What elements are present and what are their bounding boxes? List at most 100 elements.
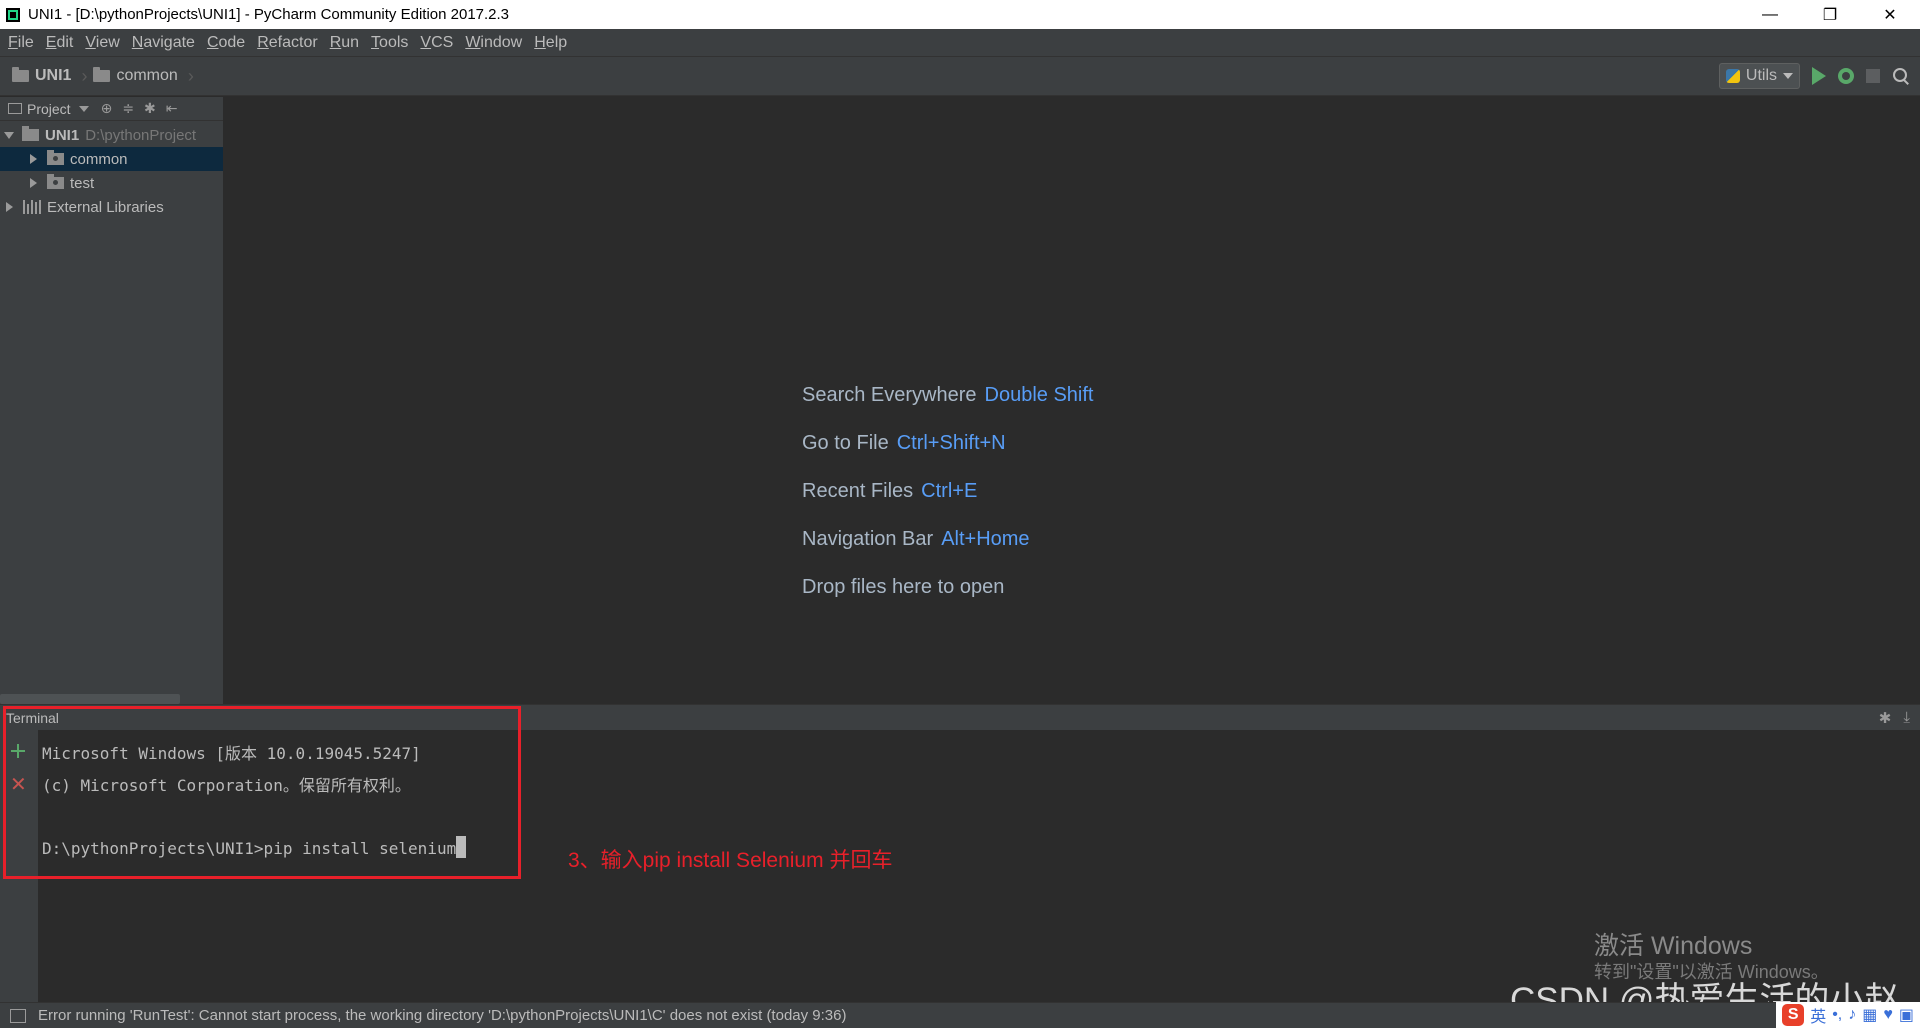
- hint-navigation-bar: Navigation Bar Alt+Home: [802, 528, 1030, 551]
- hint-recent-files: Recent Files Ctrl+E: [802, 480, 977, 503]
- hint-label: Go to File: [802, 432, 889, 454]
- menu-mnemonic: V: [420, 33, 432, 51]
- menu-mnemonic: V: [85, 33, 96, 51]
- menu-label: ools: [379, 33, 409, 51]
- run-icon[interactable]: [1812, 67, 1826, 85]
- tree-root-path: D:\pythonProject: [85, 126, 197, 144]
- menu-help[interactable]: Help: [528, 34, 573, 52]
- highlight-box: [3, 706, 521, 879]
- tree-item-test[interactable]: test: [0, 171, 223, 195]
- microphone-icon[interactable]: ♪: [1848, 1006, 1856, 1024]
- skin-icon[interactable]: ♥: [1883, 1006, 1893, 1024]
- collapsed-arrow-icon[interactable]: [30, 154, 37, 164]
- horizontal-scrollbar[interactable]: [0, 694, 180, 704]
- tree-item-external-libraries[interactable]: External Libraries: [0, 195, 223, 219]
- hint-search-everywhere: Search Everywhere Double Shift: [802, 384, 1094, 407]
- collapsed-arrow-icon[interactable]: [30, 178, 37, 188]
- tree-item-label: External Libraries: [47, 198, 164, 216]
- breadcrumb-project[interactable]: UNI1: [0, 67, 71, 85]
- restore-button[interactable]: ❐: [1800, 0, 1860, 29]
- menu-file[interactable]: File: [2, 34, 40, 52]
- menu-label: avigate: [143, 33, 195, 51]
- menu-window[interactable]: Window: [459, 34, 528, 52]
- chevron-down-icon: [1783, 73, 1793, 79]
- sogou-logo-icon[interactable]: S: [1782, 1004, 1805, 1026]
- project-view-selector[interactable]: Project: [27, 101, 71, 117]
- collapsed-arrow-icon[interactable]: [6, 202, 13, 212]
- hint-label: Drop files here to open: [802, 576, 1005, 598]
- minimize-button[interactable]: —: [1740, 0, 1800, 29]
- folder-icon: [93, 67, 111, 82]
- punctuation-icon[interactable]: •,: [1832, 1006, 1842, 1024]
- breadcrumb-project-label: UNI1: [35, 67, 72, 84]
- menu-mnemonic: F: [8, 33, 18, 51]
- locate-icon[interactable]: ⊕: [101, 100, 113, 117]
- expanded-arrow-icon[interactable]: [4, 131, 14, 139]
- tree-item-label: test: [70, 174, 95, 192]
- status-bar: Error running 'RunTest': Cannot start pr…: [0, 1002, 1920, 1028]
- menu-edit[interactable]: Edit: [40, 34, 80, 52]
- menu-navigate[interactable]: Navigate: [126, 34, 201, 52]
- toolbox-icon[interactable]: ▣: [1899, 1005, 1914, 1025]
- hide-panel-icon[interactable]: ⤓: [1903, 709, 1910, 727]
- tree-item-common[interactable]: common: [0, 147, 223, 171]
- close-button[interactable]: ✕: [1860, 0, 1920, 29]
- menu-label: indow: [480, 33, 523, 51]
- menu-mnemonic: H: [534, 33, 546, 51]
- hint-shortcut: Ctrl+Shift+N: [896, 432, 1006, 454]
- menu-bar: File Edit View Navigate Code Refactor Ru…: [0, 29, 1920, 56]
- menu-mnemonic: T: [371, 33, 380, 51]
- menu-label: ile: [17, 33, 34, 51]
- menu-label: efactor: [268, 33, 318, 51]
- menu-label: elp: [545, 33, 568, 51]
- project-panel-header: Project ⊕ ≑ ✱ ⇤: [0, 97, 223, 121]
- hint-shortcut: Double Shift: [984, 384, 1094, 406]
- chevron-down-icon[interactable]: [78, 105, 89, 112]
- run-configuration-label: Utils: [1745, 67, 1777, 84]
- breadcrumb-folder-label: common: [116, 67, 178, 84]
- menu-mnemonic: N: [131, 33, 144, 51]
- project-tool-window: Project ⊕ ≑ ✱ ⇤ UNI1 D:\pythonProject co…: [0, 97, 224, 704]
- package-folder-icon: [47, 174, 64, 189]
- menu-label: dit: [56, 33, 74, 51]
- debug-icon[interactable]: [1838, 68, 1854, 84]
- menu-refactor[interactable]: Refactor: [251, 34, 323, 52]
- menu-mnemonic: R: [329, 33, 342, 51]
- gear-icon[interactable]: ✱: [144, 100, 156, 117]
- search-icon[interactable]: [1892, 67, 1910, 85]
- menu-run[interactable]: Run: [324, 34, 365, 52]
- tree-item-root[interactable]: UNI1 D:\pythonProject: [0, 123, 223, 147]
- ime-language-toggle[interactable]: 英: [1810, 1003, 1826, 1027]
- breadcrumb-separator-icon: ›: [187, 65, 194, 86]
- project-view-icon: [8, 103, 22, 114]
- menu-code[interactable]: Code: [201, 34, 251, 52]
- menu-mnemonic: R: [257, 33, 269, 51]
- library-icon: [23, 200, 41, 214]
- menu-label: CS: [431, 33, 454, 51]
- tree-root-label: UNI1: [45, 126, 80, 144]
- folder-icon: [12, 67, 29, 82]
- gear-icon[interactable]: ✱: [1879, 709, 1892, 727]
- hint-shortcut: Ctrl+E: [921, 480, 978, 502]
- stop-icon[interactable]: [1866, 69, 1880, 83]
- window-title: UNI1 - [D:\pythonProjects\UNI1] - PyChar…: [28, 6, 510, 23]
- hint-go-to-file: Go to File Ctrl+Shift+N: [802, 432, 1006, 455]
- keyboard-icon[interactable]: ▦: [1862, 1005, 1877, 1025]
- hide-panel-icon[interactable]: ⇤: [166, 100, 178, 117]
- folder-icon: [22, 126, 39, 141]
- tool-windows-icon[interactable]: [10, 1008, 26, 1023]
- menu-view[interactable]: View: [79, 34, 125, 52]
- title-bar: UNI1 - [D:\pythonProjects\UNI1] - PyChar…: [0, 0, 1920, 29]
- run-configuration-dropdown[interactable]: Utils: [1718, 63, 1800, 89]
- status-message[interactable]: Error running 'RunTest': Cannot start pr…: [38, 1007, 846, 1024]
- menu-mnemonic: C: [206, 33, 219, 51]
- collapse-all-icon[interactable]: ≑: [122, 100, 134, 117]
- python-icon: [1725, 69, 1740, 83]
- menu-vcs[interactable]: VCS: [414, 34, 459, 52]
- breadcrumb-folder[interactable]: common: [91, 67, 178, 85]
- editor-empty-area[interactable]: Search Everywhere Double Shift Go to File…: [225, 97, 1920, 704]
- package-folder-icon: [47, 150, 64, 165]
- menu-tools[interactable]: Tools: [365, 34, 414, 52]
- navigation-bar: UNI1 › common › Utils: [0, 56, 1920, 96]
- ime-toolbar: S 英 •, ♪ ▦ ♥ ▣: [1776, 1002, 1920, 1028]
